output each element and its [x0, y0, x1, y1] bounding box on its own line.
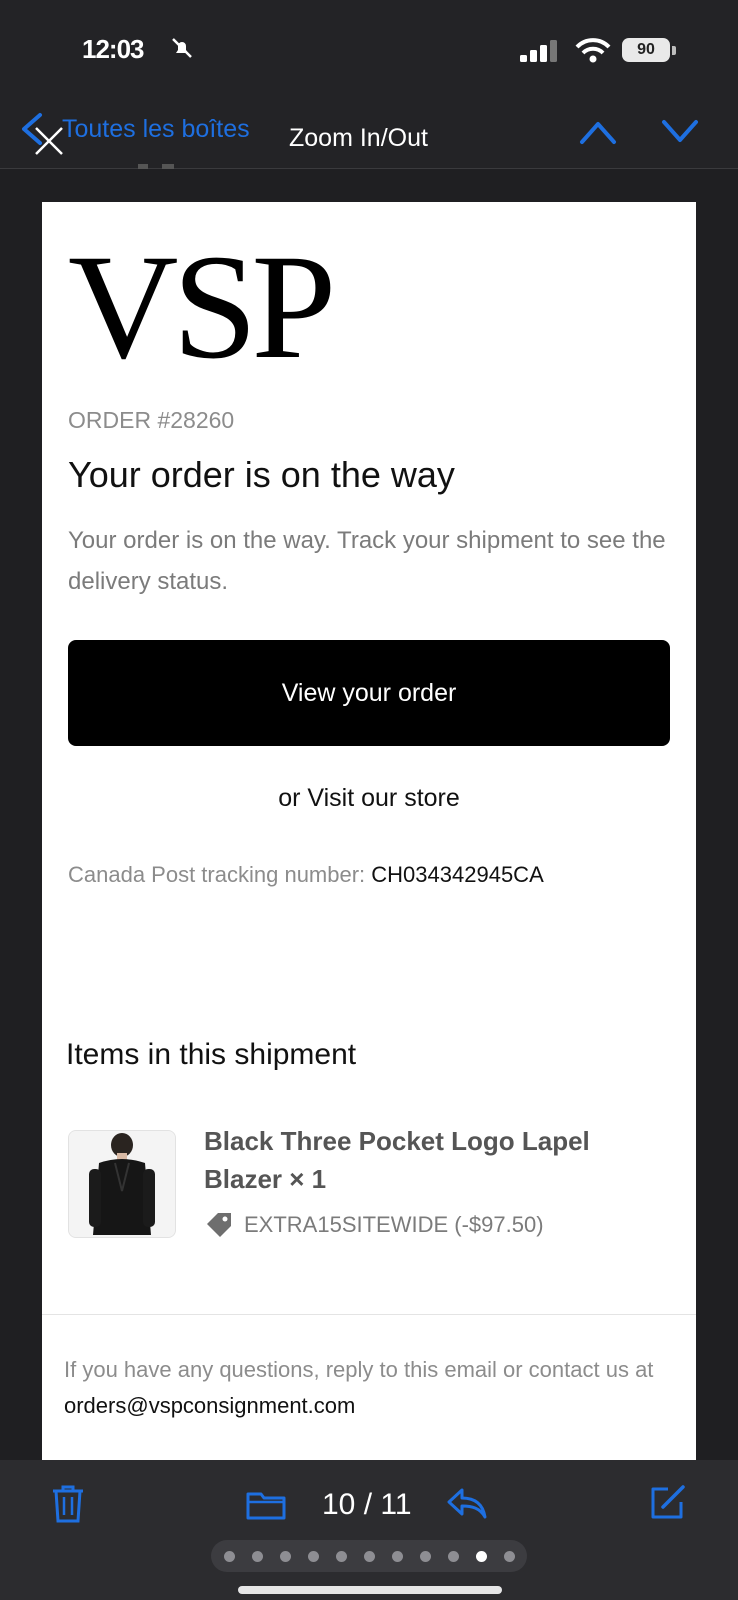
page-dots[interactable]	[211, 1540, 527, 1572]
email-headline: Your order is on the way	[68, 454, 455, 495]
visit-prefix: or	[278, 784, 308, 812]
product-name: Black Three Pocket Logo Lapel Blazer × 1	[204, 1126, 590, 1194]
page-dot[interactable]	[223, 1550, 235, 1562]
battery-tip	[672, 46, 676, 55]
back-button-label[interactable]: Toutes les boîtes	[62, 115, 250, 144]
product-thumbnail[interactable]	[68, 1130, 176, 1238]
page-dot[interactable]	[391, 1550, 403, 1562]
compose-icon[interactable]	[648, 1484, 686, 1522]
battery-icon: 90	[622, 38, 670, 62]
page-dot[interactable]	[335, 1550, 347, 1562]
page-dot[interactable]	[419, 1550, 431, 1562]
chevron-down-icon[interactable]	[660, 116, 700, 146]
items-section-title: Items in this shipment	[66, 1038, 357, 1071]
tracking-line: Canada Post tracking number: CH034342945…	[68, 862, 544, 888]
page-dot[interactable]	[307, 1550, 319, 1562]
tracking-number[interactable]: CH034342945CA	[371, 862, 543, 887]
discount-code: EXTRA15SITEWIDE (-$97.50)	[244, 1212, 544, 1237]
page-dot[interactable]	[475, 1550, 487, 1562]
close-icon[interactable]	[32, 124, 66, 158]
home-indicator[interactable]	[238, 1586, 502, 1594]
bell-slash-icon	[172, 38, 192, 58]
folder-icon[interactable]	[246, 1488, 286, 1520]
view-order-button[interactable]: View your order	[68, 640, 670, 746]
page-dot[interactable]	[363, 1550, 375, 1562]
status-time: 12:03	[82, 34, 144, 64]
wifi-icon	[575, 38, 611, 63]
page-dot[interactable]	[251, 1550, 263, 1562]
chevron-up-icon[interactable]	[578, 116, 618, 146]
tag-icon	[207, 1213, 231, 1237]
page-dot[interactable]	[279, 1550, 291, 1562]
blazer-image	[69, 1131, 175, 1237]
visit-store-link[interactable]: Visit our store	[307, 784, 459, 812]
footer-message: If you have any questions, reply to this…	[64, 1357, 654, 1382]
visit-store-line: or Visit our store	[42, 784, 696, 813]
zoom-label: Zoom In/Out	[289, 124, 428, 152]
trash-icon[interactable]	[50, 1484, 86, 1524]
email-subtext: Your order is on the way. Track your shi…	[68, 527, 666, 595]
bottom-toolbar	[0, 1460, 738, 1600]
email-body: VSP ORDER #28260 Your order is on the wa…	[42, 202, 696, 1460]
page-counter: 10 / 11	[322, 1488, 412, 1521]
page-dot[interactable]	[503, 1550, 515, 1562]
tracking-label: Canada Post tracking number:	[68, 862, 372, 887]
brand-logo: VSP	[68, 224, 336, 390]
footer-text: If you have any questions, reply to this…	[64, 1352, 684, 1424]
divider	[42, 1314, 696, 1315]
footer-email-link[interactable]: orders@vspconsignment.com	[64, 1393, 355, 1418]
order-number: ORDER #28260	[68, 407, 235, 433]
signal-icon	[520, 40, 557, 62]
page-dot[interactable]	[447, 1550, 459, 1562]
reply-icon[interactable]	[446, 1486, 488, 1520]
clipped-text-fragment	[138, 164, 174, 169]
